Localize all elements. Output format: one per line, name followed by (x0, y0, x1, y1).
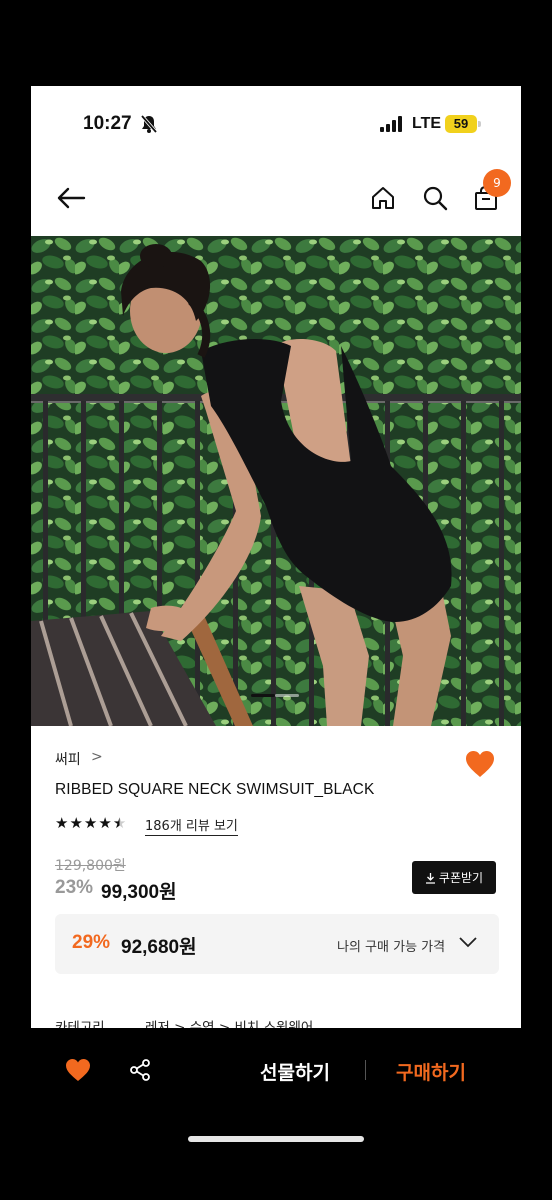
discount-percent: 23% (55, 877, 94, 898)
star-icon: ★ (98, 814, 112, 832)
like-heart-icon[interactable] (465, 750, 495, 778)
coupon-button[interactable]: 쿠폰받기 (412, 861, 496, 894)
cart-count-badge: 9 (483, 169, 511, 197)
gift-button[interactable]: 선물하기 (260, 1058, 330, 1085)
search-icon (423, 186, 448, 211)
bottom-action-bar: 선물하기 구매하기 (0, 1028, 552, 1200)
my-discount-percent: 29% (72, 932, 111, 953)
brand-name[interactable]: 써피 (55, 749, 81, 769)
home-indicator[interactable] (188, 1136, 364, 1142)
star-icon: ★ (69, 814, 83, 832)
category-row: 카테고리 레저 > 수영 > 비치 스윔웨어 (55, 1016, 313, 1028)
reviews-link[interactable]: 186개 리뷰 보기 (145, 815, 238, 836)
status-bar: 10:27 LTE 59 (31, 86, 521, 166)
buy-button[interactable]: 구매하기 (396, 1058, 466, 1085)
product-image[interactable] (31, 236, 521, 726)
product-name: RIBBED SQUARE NECK SWIMSUIT_BLACK (55, 781, 375, 798)
download-icon (425, 872, 435, 884)
rating-stars: ★ ★ ★ ★ ★ (55, 814, 126, 832)
brand-chevron-icon[interactable]: > (91, 749, 103, 765)
my-price-label: 나의 구매 가능 가격 (337, 940, 446, 955)
half-star-icon: ★ (112, 814, 127, 832)
battery-tip (478, 121, 481, 127)
signal-icon (380, 116, 402, 132)
bell-slash-icon (140, 114, 158, 134)
my-price-box[interactable]: 29% 92,680원 나의 구매 가능 가격 (55, 914, 499, 974)
phone-screen: 10:27 LTE 59 9 써피 > RIBBED SQUARE NECK S… (31, 86, 521, 1028)
network-type: LTE (412, 115, 442, 132)
chevron-down-icon (459, 937, 477, 948)
coupon-label: 쿠폰받기 (438, 871, 484, 885)
status-time: 10:27 (83, 113, 132, 134)
share-icon[interactable] (128, 1058, 152, 1082)
category-label: 카테고리 (55, 1020, 105, 1028)
star-icon: ★ (83, 814, 98, 832)
home-button[interactable] (365, 180, 401, 216)
back-arrow-icon (57, 187, 86, 209)
search-button[interactable] (417, 180, 453, 216)
product-photo (31, 236, 521, 726)
battery-level: 59 (445, 115, 477, 133)
home-icon (372, 187, 394, 209)
top-nav (31, 166, 521, 236)
sale-price: 99,300원 (101, 882, 177, 903)
heart-icon[interactable] (65, 1058, 91, 1082)
original-price: 129,800원 (55, 858, 126, 874)
back-button[interactable] (53, 180, 89, 216)
star-icon: ★ (55, 814, 69, 832)
divider (365, 1060, 366, 1080)
my-price: 92,680원 (121, 937, 197, 958)
category-path[interactable]: 레저 > 수영 > 비치 스윔웨어 (145, 1016, 313, 1028)
